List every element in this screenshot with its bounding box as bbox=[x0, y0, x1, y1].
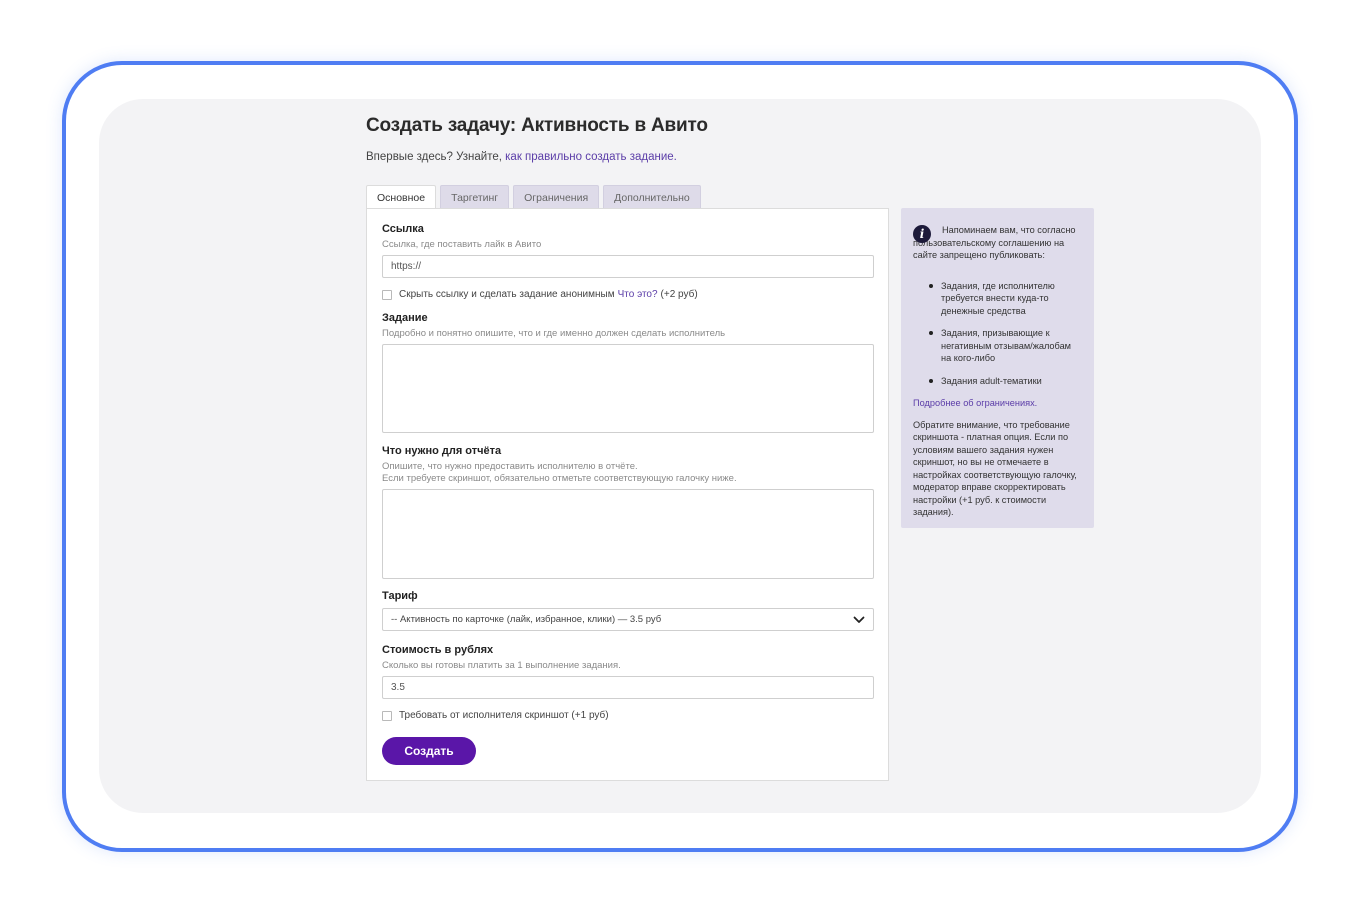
task-label: Задание bbox=[382, 312, 428, 324]
tariff-label: Тариф bbox=[382, 590, 418, 602]
price-input[interactable]: 3.5 bbox=[382, 676, 874, 699]
report-label: Что нужно для отчёта bbox=[382, 445, 502, 457]
task-form: Ссылка Ссылка, где поставить лайк в Авит… bbox=[366, 208, 889, 781]
info-intro: Напоминаем вам, что согласно пользовател… bbox=[913, 225, 1076, 260]
intro-text: Впервые здесь? Узнайте, как правильно со… bbox=[366, 151, 677, 163]
screenshot-note: Обратите внимание, что требование скринш… bbox=[913, 419, 1077, 518]
tab-restrictions[interactable]: Ограничения bbox=[513, 185, 600, 209]
more-restrictions-link[interactable]: Подробнее об ограничениях. bbox=[913, 397, 1082, 410]
info-icon: i bbox=[913, 225, 931, 243]
intro-prefix: Впервые здесь? Узнайте, bbox=[366, 151, 506, 163]
info-panel: i Напоминаем вам, что согласно пользоват… bbox=[901, 208, 1094, 528]
screenshot-label: Требовать от исполнителя скриншот (+1 ру… bbox=[399, 710, 609, 721]
tariff-selected-value: -- Активность по карточке (лайк, избранн… bbox=[391, 614, 662, 625]
tariff-select[interactable]: -- Активность по карточке (лайк, избранн… bbox=[382, 608, 874, 631]
anonymous-price: (+2 руб) bbox=[660, 289, 698, 300]
restrictions-list: Задания, где исполнителю требуется внест… bbox=[913, 280, 1082, 388]
anonymous-checkbox[interactable] bbox=[382, 289, 392, 300]
page-title: Создать задачу: Активность в Авито bbox=[366, 115, 708, 136]
create-button[interactable]: Создать bbox=[382, 737, 476, 765]
link-hint: Ссылка, где поставить лайк в Авито bbox=[382, 239, 542, 250]
report-textarea[interactable] bbox=[382, 489, 874, 579]
list-item: Задания, призывающие к негативным отзыва… bbox=[929, 327, 1082, 365]
list-item: Задания adult-тематики bbox=[929, 375, 1082, 388]
screenshot-checkbox[interactable] bbox=[382, 710, 392, 721]
what-is-this-link[interactable]: Что это? bbox=[618, 289, 658, 300]
screenshot-option: Требовать от исполнителя скриншот (+1 ру… bbox=[382, 710, 609, 721]
link-label: Ссылка bbox=[382, 223, 424, 235]
how-to-create-link[interactable]: как правильно создать задание. bbox=[505, 151, 677, 163]
task-textarea[interactable] bbox=[382, 344, 874, 433]
link-input[interactable]: https:// bbox=[382, 255, 874, 278]
tab-basic[interactable]: Основное bbox=[366, 185, 437, 210]
price-label: Стоимость в рублях bbox=[382, 644, 494, 656]
tab-additional[interactable]: Дополнительно bbox=[603, 185, 701, 209]
report-hint-1: Опишите, что нужно предоставить исполнит… bbox=[382, 461, 638, 472]
anonymous-label: Скрыть ссылку и сделать задание анонимны… bbox=[399, 289, 615, 300]
anonymous-option: Скрыть ссылку и сделать задание анонимны… bbox=[382, 289, 698, 300]
chevron-down-icon bbox=[853, 616, 865, 623]
report-hint-2: Если требуете скриншот, обязательно отме… bbox=[382, 473, 737, 484]
tab-targeting[interactable]: Таргетинг bbox=[440, 185, 510, 209]
list-item: Задания, где исполнителю требуется внест… bbox=[929, 280, 1082, 318]
tab-bar: Основное Таргетинг Ограничения Дополните… bbox=[366, 185, 701, 210]
price-hint: Сколько вы готовы платить за 1 выполнени… bbox=[382, 660, 621, 671]
task-hint: Подробно и понятно опишите, что и где им… bbox=[382, 328, 726, 339]
